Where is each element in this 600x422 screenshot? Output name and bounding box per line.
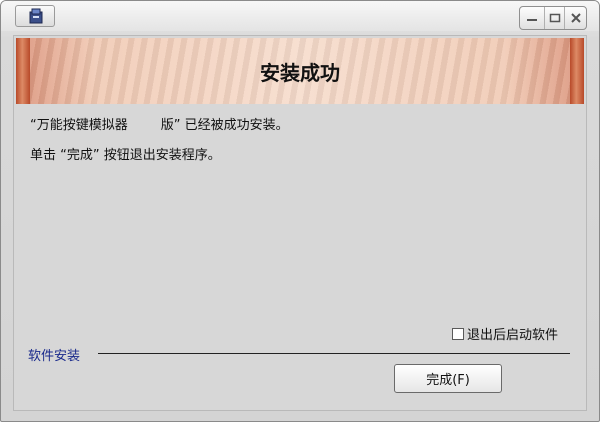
success-banner: 安装成功 [16,38,584,104]
footer-group-label: 软件安装 [28,349,81,364]
exit-instruction: 单击 “完成” 按钮退出安装程序。 [30,148,221,163]
footer-divider [98,353,570,354]
launch-after-exit-option[interactable]: 退出后启动软件 [451,324,558,343]
title-bar[interactable] [1,1,599,31]
launch-checkbox[interactable] [451,327,464,340]
minimize-icon[interactable] [520,7,544,29]
finish-button[interactable]: 完成(F) [394,364,502,393]
installer-content: 安装成功 “万能按键模拟器 版” 已经被成功安装。 单击 “完成” 按钮退出安装… [13,35,587,411]
banner-title: 安装成功 [260,61,340,85]
installer-icon[interactable] [15,5,55,27]
window-controls [519,6,587,30]
install-success-message: “万能按键模拟器 版” 已经被成功安装。 [30,118,289,133]
close-icon[interactable] [564,7,586,29]
installer-window: 安装成功 “万能按键模拟器 版” 已经被成功安装。 单击 “完成” 按钮退出安装… [0,0,600,422]
restore-icon[interactable] [544,7,564,29]
launch-checkbox-label[interactable]: 退出后启动软件 [467,324,558,343]
